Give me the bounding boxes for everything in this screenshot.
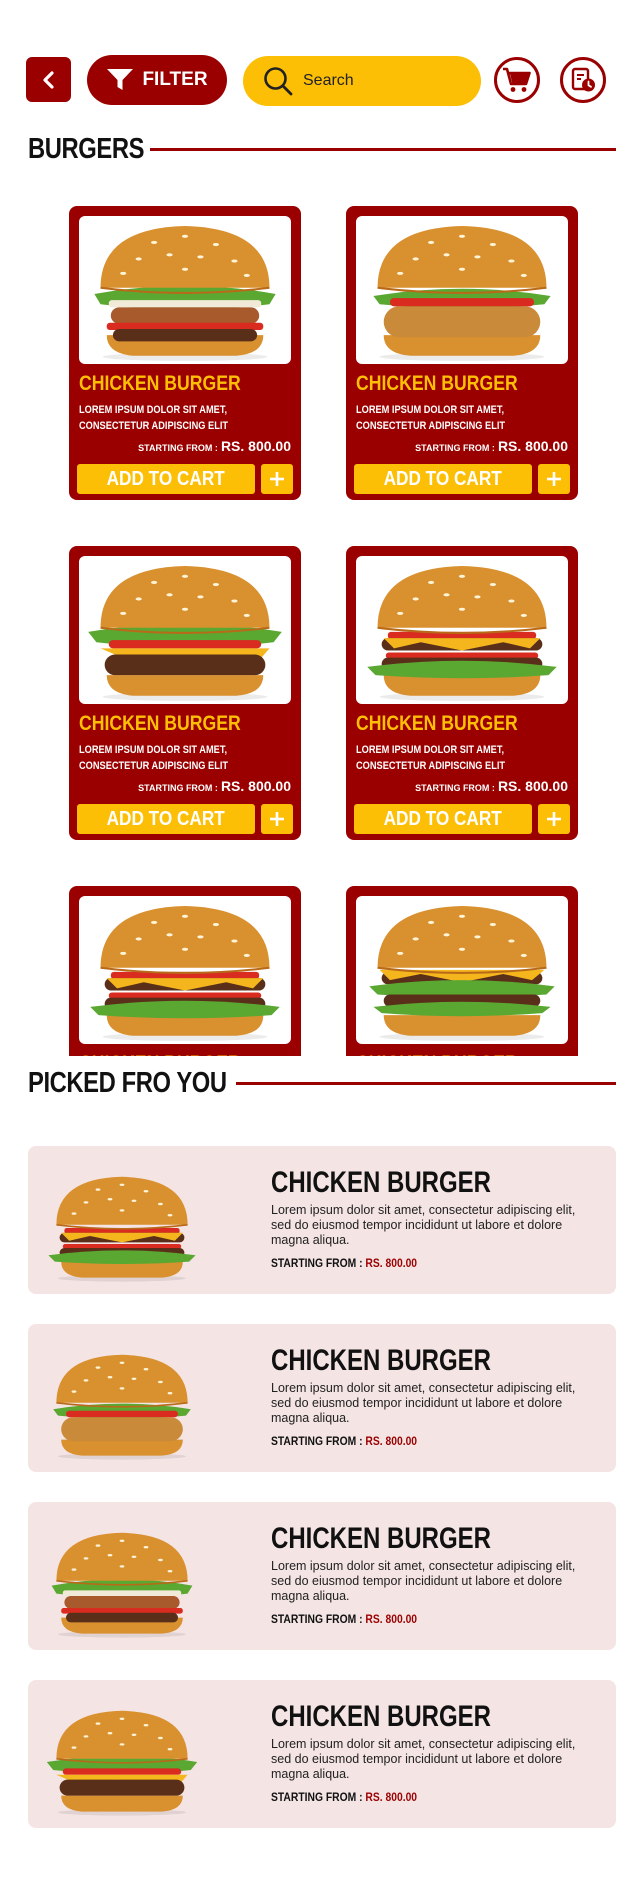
cart-button[interactable]	[494, 57, 540, 103]
product-price: STARTING FROM : RS. 800.00	[138, 778, 291, 794]
burger-image	[42, 1154, 202, 1286]
product-grid[interactable]: CHICKEN BURGER LOREM IPSUM DOLOR SIT AME…	[0, 200, 640, 1056]
filter-button[interactable]: FILTER	[87, 55, 227, 105]
picked-section-heading: PICKED FRO YOU	[28, 1067, 616, 1100]
price-label: STARTING FROM :	[271, 1434, 363, 1448]
order-history-button[interactable]	[560, 57, 606, 103]
plus-icon	[270, 812, 284, 826]
burger-image	[79, 896, 291, 1044]
add-to-cart-button[interactable]: ADD TO CART	[77, 804, 255, 834]
price-value: RS. 800.00	[365, 1434, 418, 1448]
product-card[interactable]: CHICKEN BURGER LOREM IPSUM DOLOR SIT AME…	[69, 546, 301, 840]
plus-icon	[270, 472, 284, 486]
picked-item[interactable]: CHICKEN BURGER Lorem ipsum dolor sit ame…	[28, 1502, 616, 1650]
product-title: CHICKEN BURGER	[79, 372, 241, 395]
search-icon	[264, 67, 293, 96]
add-to-cart-button[interactable]: ADD TO CART	[354, 804, 532, 834]
product-card[interactable]: CHICKEN BURGER LOREM IPSUM DOLOR SIT AME…	[346, 886, 578, 1056]
increment-button[interactable]	[261, 804, 293, 834]
add-to-cart-label: ADD TO CART	[383, 467, 503, 490]
product-price: STARTING FROM : RS. 800.00	[415, 778, 568, 794]
product-price: STARTING FROM : RS. 800.00	[138, 438, 291, 454]
search-input[interactable]	[303, 72, 463, 90]
picked-description: Lorem ipsum dolor sit amet, consectetur …	[271, 1559, 576, 1603]
section-title: PICKED FRO YOU	[28, 1067, 227, 1099]
product-description: LOREM IPSUM DOLOR SIT AMET, CONSECTETUR …	[356, 404, 506, 432]
product-card[interactable]: CHICKEN BURGER LOREM IPSUM DOLOR SIT AME…	[346, 546, 578, 840]
increment-button[interactable]	[538, 804, 570, 834]
add-to-cart-button[interactable]: ADD TO CART	[77, 464, 255, 494]
section-divider	[236, 1082, 616, 1085]
picked-description: Lorem ipsum dolor sit amet, consectetur …	[271, 1203, 576, 1247]
increment-button[interactable]	[538, 464, 570, 494]
picked-price: STARTING FROM : RS. 800.00	[271, 1612, 417, 1626]
shopping-cart-icon	[503, 67, 531, 92]
add-to-cart-button[interactable]: ADD TO CART	[354, 464, 532, 494]
picked-title: CHICKEN BURGER	[271, 1344, 492, 1377]
increment-button[interactable]	[261, 464, 293, 494]
product-title: CHICKEN BURGER	[356, 372, 518, 395]
price-label: STARTING FROM :	[271, 1256, 363, 1270]
add-to-cart-label: ADD TO CART	[106, 467, 226, 490]
picked-item[interactable]: CHICKEN BURGER Lorem ipsum dolor sit ame…	[28, 1146, 616, 1294]
burger-image	[42, 1510, 202, 1642]
section-title: BURGERS	[28, 133, 145, 165]
top-bar: FILTER	[0, 0, 640, 120]
product-title: CHICKEN BURGER	[79, 1052, 241, 1056]
product-title: CHICKEN BURGER	[356, 712, 518, 735]
product-card[interactable]: CHICKEN BURGER LOREM IPSUM DOLOR SIT AME…	[346, 206, 578, 500]
price-label: STARTING FROM :	[271, 1612, 363, 1626]
burger-image	[356, 556, 568, 704]
picked-description: Lorem ipsum dolor sit amet, consectetur …	[271, 1737, 576, 1781]
burgers-section-heading: BURGERS	[28, 133, 616, 166]
price-value: RS. 800.00	[365, 1790, 418, 1804]
search-bar[interactable]	[243, 56, 481, 106]
price-value: RS. 800.00	[365, 1612, 418, 1626]
add-to-cart-label: ADD TO CART	[383, 807, 503, 830]
product-description: LOREM IPSUM DOLOR SIT AMET, CONSECTETUR …	[79, 744, 229, 772]
product-card[interactable]: CHICKEN BURGER LOREM IPSUM DOLOR SIT AME…	[69, 886, 301, 1056]
funnel-icon	[107, 69, 134, 90]
plus-icon	[547, 812, 561, 826]
order-history-icon	[571, 67, 595, 92]
back-button[interactable]	[26, 57, 71, 102]
section-divider	[149, 148, 616, 151]
product-card[interactable]: CHICKEN BURGER LOREM IPSUM DOLOR SIT AME…	[69, 206, 301, 500]
product-title: CHICKEN BURGER	[79, 712, 241, 735]
filter-label: FILTER	[142, 69, 208, 90]
product-price: STARTING FROM : RS. 800.00	[415, 438, 568, 454]
product-description: LOREM IPSUM DOLOR SIT AMET, CONSECTETUR …	[79, 404, 229, 432]
price-value: RS. 800.00	[220, 778, 291, 794]
price-label: STARTING FROM :	[138, 783, 218, 793]
burger-image	[79, 216, 291, 364]
price-label: STARTING FROM :	[415, 443, 495, 453]
picked-price: STARTING FROM : RS. 800.00	[271, 1434, 417, 1448]
burger-image	[356, 216, 568, 364]
product-description: LOREM IPSUM DOLOR SIT AMET, CONSECTETUR …	[356, 744, 506, 772]
picked-title: CHICKEN BURGER	[271, 1166, 492, 1199]
picked-item[interactable]: CHICKEN BURGER Lorem ipsum dolor sit ame…	[28, 1680, 616, 1828]
price-label: STARTING FROM :	[138, 443, 218, 453]
burger-image	[356, 896, 568, 1044]
plus-icon	[547, 472, 561, 486]
product-title: CHICKEN BURGER	[356, 1052, 518, 1056]
burger-image	[42, 1688, 202, 1820]
picked-item[interactable]: CHICKEN BURGER Lorem ipsum dolor sit ame…	[28, 1324, 616, 1472]
add-to-cart-label: ADD TO CART	[106, 807, 226, 830]
picked-title: CHICKEN BURGER	[271, 1700, 492, 1733]
picked-price: STARTING FROM : RS. 800.00	[271, 1790, 417, 1804]
price-value: RS. 800.00	[220, 438, 291, 454]
price-label: STARTING FROM :	[271, 1790, 363, 1804]
burger-image	[42, 1332, 202, 1464]
price-label: STARTING FROM :	[415, 783, 495, 793]
picked-description: Lorem ipsum dolor sit amet, consectetur …	[271, 1381, 576, 1425]
burger-image	[79, 556, 291, 704]
picked-price: STARTING FROM : RS. 800.00	[271, 1256, 417, 1270]
chevron-left-icon	[42, 70, 54, 89]
price-value: RS. 800.00	[365, 1256, 418, 1270]
price-value: RS. 800.00	[497, 438, 568, 454]
picked-title: CHICKEN BURGER	[271, 1522, 492, 1555]
price-value: RS. 800.00	[497, 778, 568, 794]
